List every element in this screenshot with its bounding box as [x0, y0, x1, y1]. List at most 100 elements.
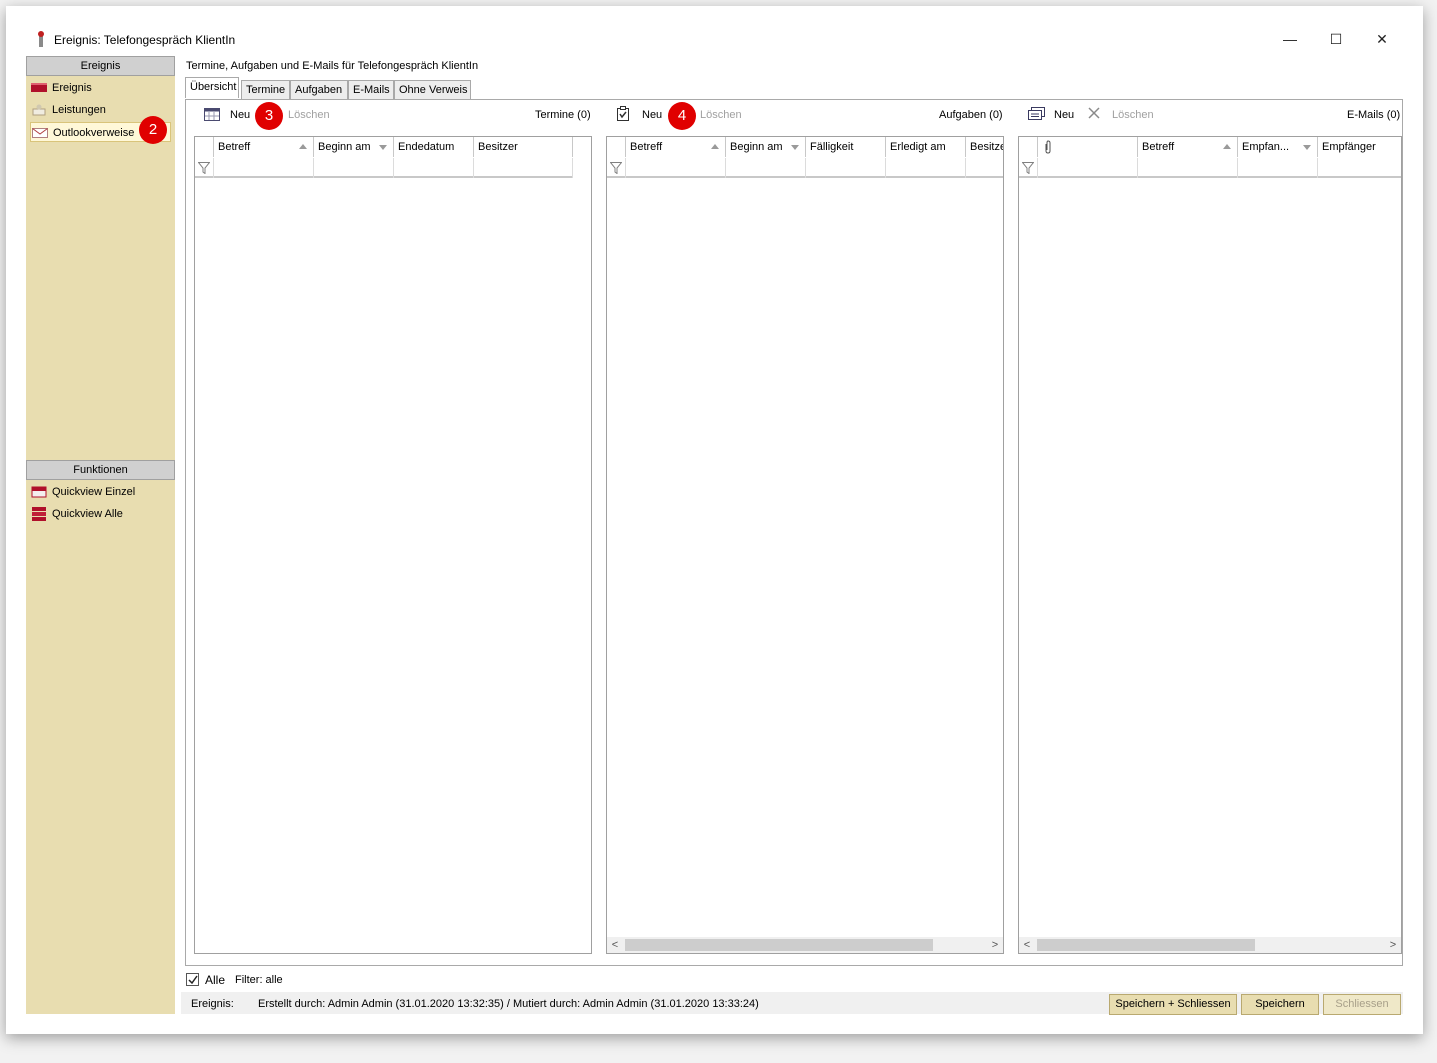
column-header-label: Erledigt am	[890, 141, 946, 153]
scroll-thumb[interactable]	[1037, 939, 1255, 951]
aufgaben-new-button[interactable]: Neu	[642, 109, 662, 121]
filter-cell[interactable]	[1318, 158, 1401, 178]
sort-descending-icon	[1303, 145, 1311, 150]
app-icon	[38, 31, 44, 47]
delete-x-icon[interactable]	[1088, 107, 1100, 119]
scroll-thumb[interactable]	[625, 939, 933, 951]
sort-ascending-icon	[1223, 144, 1231, 149]
tab-ohne-verweis[interactable]: Ohne Verweis	[394, 80, 471, 99]
filter-cell[interactable]	[394, 158, 474, 178]
emails-grid-header: Betreff Empfan... Empfänger	[1019, 137, 1401, 157]
column-header-label: Besitze	[970, 141, 1003, 153]
callout-badge-2: 2	[139, 116, 167, 144]
sort-ascending-icon	[711, 144, 719, 149]
sidebar-item-quickview-alle[interactable]: Quickview Alle	[30, 504, 171, 524]
tab-aufgaben[interactable]: Aufgaben	[290, 80, 348, 99]
paperclip-icon	[1045, 140, 1051, 154]
sidebar-item-ereignis[interactable]: Ereignis	[30, 78, 171, 98]
aufgaben-horizontal-scrollbar[interactable]: < >	[607, 937, 1003, 953]
filter-cell[interactable]	[966, 158, 1003, 178]
sidebar-item-quickview-einzel[interactable]: Quickview Einzel	[30, 482, 171, 502]
column-header-label: Beginn am	[318, 141, 371, 153]
sidebar-header-funktionen: Funktionen	[26, 460, 175, 480]
filter-cell[interactable]	[1238, 158, 1318, 178]
window: Ereignis: Telefongespräch KlientIn — ☐ ✕…	[6, 6, 1423, 1034]
filter-icon-cell[interactable]	[195, 158, 214, 178]
title-bar: Ereignis: Telefongespräch KlientIn — ☐ ✕	[6, 6, 1423, 54]
sidebar: Ereignis Ereignis Leistungen Outlookverw…	[26, 56, 175, 1014]
emails-toolbar: Neu Löschen E-Mails (0)	[1018, 104, 1402, 130]
save-close-button[interactable]: Speichern + Schliessen	[1109, 994, 1237, 1015]
scroll-right-icon[interactable]: >	[987, 937, 1003, 953]
emails-filter-row	[1019, 158, 1401, 178]
filter-label: Filter: alle	[235, 974, 283, 986]
sort-ascending-icon	[299, 144, 307, 149]
column-header-label: Betreff	[630, 141, 663, 153]
column-header-label: Betreff	[1142, 141, 1175, 153]
termine-delete-button[interactable]: Löschen	[288, 109, 330, 121]
alle-label: Alle	[205, 973, 226, 987]
column-header-endedatum[interactable]: Endedatum	[394, 137, 474, 157]
filter-icon-cell[interactable]	[607, 158, 626, 178]
filter-cell[interactable]	[214, 158, 314, 178]
column-header-attachment[interactable]	[1038, 137, 1138, 157]
checkmark-icon	[188, 975, 198, 985]
column-header-beginn-am[interactable]: Beginn am	[726, 137, 806, 157]
filter-cell[interactable]	[1138, 158, 1238, 178]
column-header-empfangen[interactable]: Empfan...	[1238, 137, 1318, 157]
termine-filter-row	[195, 158, 573, 178]
filter-cell[interactable]	[626, 158, 726, 178]
column-header-betreff[interactable]: Betreff	[626, 137, 726, 157]
column-header-label: Fälligkeit	[810, 141, 854, 153]
column-header-besitzer[interactable]: Besitzer	[474, 137, 573, 157]
filter-icon-cell[interactable]	[1019, 158, 1038, 178]
sidebar-item-label: Ereignis	[52, 82, 92, 94]
ereignis-icon	[31, 83, 47, 92]
column-header-besitzer[interactable]: Besitze	[966, 137, 1003, 157]
column-header-label: Beginn am	[730, 141, 783, 153]
window-title: Ereignis: Telefongespräch KlientIn	[54, 33, 236, 47]
termine-grid-header: Betreff Beginn am Endedatum Besitzer	[195, 137, 573, 157]
filter-cell[interactable]	[806, 158, 886, 178]
sort-descending-icon	[791, 145, 799, 150]
column-header-label: Empfan...	[1242, 141, 1290, 153]
termine-grid[interactable]: Betreff Beginn am Endedatum Besitzer	[194, 136, 592, 954]
filter-cell[interactable]	[314, 158, 394, 178]
column-header-faelligkeit[interactable]: Fälligkeit	[806, 137, 886, 157]
tab-emails[interactable]: E-Mails	[348, 80, 394, 99]
emails-new-button[interactable]: Neu	[1054, 109, 1074, 121]
termine-toolbar: Neu Löschen Termine (0)	[194, 104, 594, 130]
aufgaben-grid[interactable]: Betreff Beginn am Fälligkeit Erledigt am	[606, 136, 1004, 954]
row-selector-header	[1019, 137, 1038, 157]
tab-termine[interactable]: Termine	[241, 80, 290, 99]
filter-cell[interactable]	[474, 158, 573, 178]
column-header-empfaenger[interactable]: Empfänger	[1318, 137, 1401, 157]
close-dialog-button[interactable]: Schliessen	[1323, 994, 1401, 1015]
column-header-betreff[interactable]: Betreff	[1138, 137, 1238, 157]
aufgaben-delete-button[interactable]: Löschen	[700, 109, 742, 121]
maximize-button[interactable]: ☐	[1314, 26, 1358, 52]
column-header-erledigt-am[interactable]: Erledigt am	[886, 137, 966, 157]
save-button[interactable]: Speichern	[1241, 994, 1319, 1015]
column-header-beginn-am[interactable]: Beginn am	[314, 137, 394, 157]
status-text: Erstellt durch: Admin Admin (31.01.2020 …	[258, 998, 759, 1010]
scroll-left-icon[interactable]: <	[1019, 937, 1035, 953]
minimize-button[interactable]: —	[1268, 26, 1312, 52]
main-content: Termine, Aufgaben und E-Mails für Telefo…	[181, 56, 1403, 1015]
aufgaben-count: Aufgaben (0)	[939, 109, 1003, 121]
emails-delete-button[interactable]: Löschen	[1112, 109, 1154, 121]
alle-checkbox[interactable]	[186, 973, 199, 986]
filter-cell[interactable]	[886, 158, 966, 178]
tab-uebersicht[interactable]: Übersicht	[185, 77, 239, 98]
column-header-betreff[interactable]: Betreff	[214, 137, 314, 157]
scroll-left-icon[interactable]: <	[607, 937, 623, 953]
scroll-right-icon[interactable]: >	[1385, 937, 1401, 953]
status-label: Ereignis:	[191, 998, 234, 1010]
termine-new-button[interactable]: Neu	[230, 109, 250, 121]
filter-cell[interactable]	[726, 158, 806, 178]
filter-cell[interactable]	[1038, 158, 1138, 178]
close-button[interactable]: ✕	[1360, 26, 1404, 52]
emails-horizontal-scrollbar[interactable]: < >	[1019, 937, 1401, 953]
termine-count: Termine (0)	[535, 109, 591, 121]
emails-grid[interactable]: Betreff Empfan... Empfänger < >	[1018, 136, 1402, 954]
